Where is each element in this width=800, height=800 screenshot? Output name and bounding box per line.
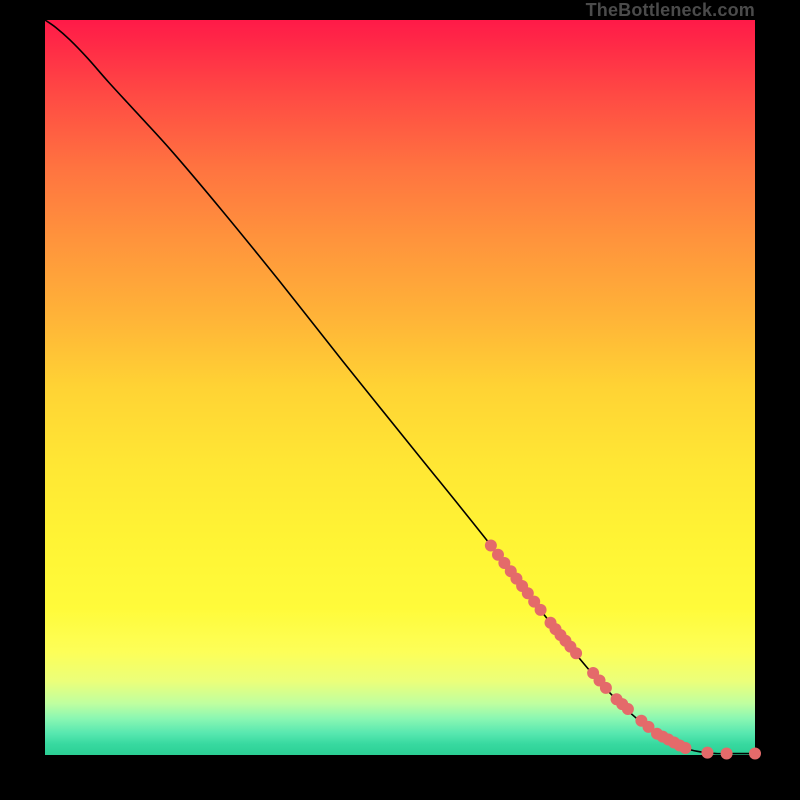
main-curve: [45, 20, 755, 754]
data-marker: [679, 742, 691, 754]
chart-frame: TheBottleneck.com: [0, 0, 800, 800]
data-marker: [721, 748, 733, 760]
data-markers: [485, 540, 761, 760]
data-marker: [535, 604, 547, 616]
plot-area: [45, 20, 755, 755]
curve-layer: [45, 20, 755, 755]
data-marker: [570, 647, 582, 659]
data-marker: [600, 682, 612, 694]
data-marker: [701, 747, 713, 759]
data-marker: [622, 703, 634, 715]
attribution-text: TheBottleneck.com: [586, 0, 755, 21]
data-marker: [749, 748, 761, 760]
